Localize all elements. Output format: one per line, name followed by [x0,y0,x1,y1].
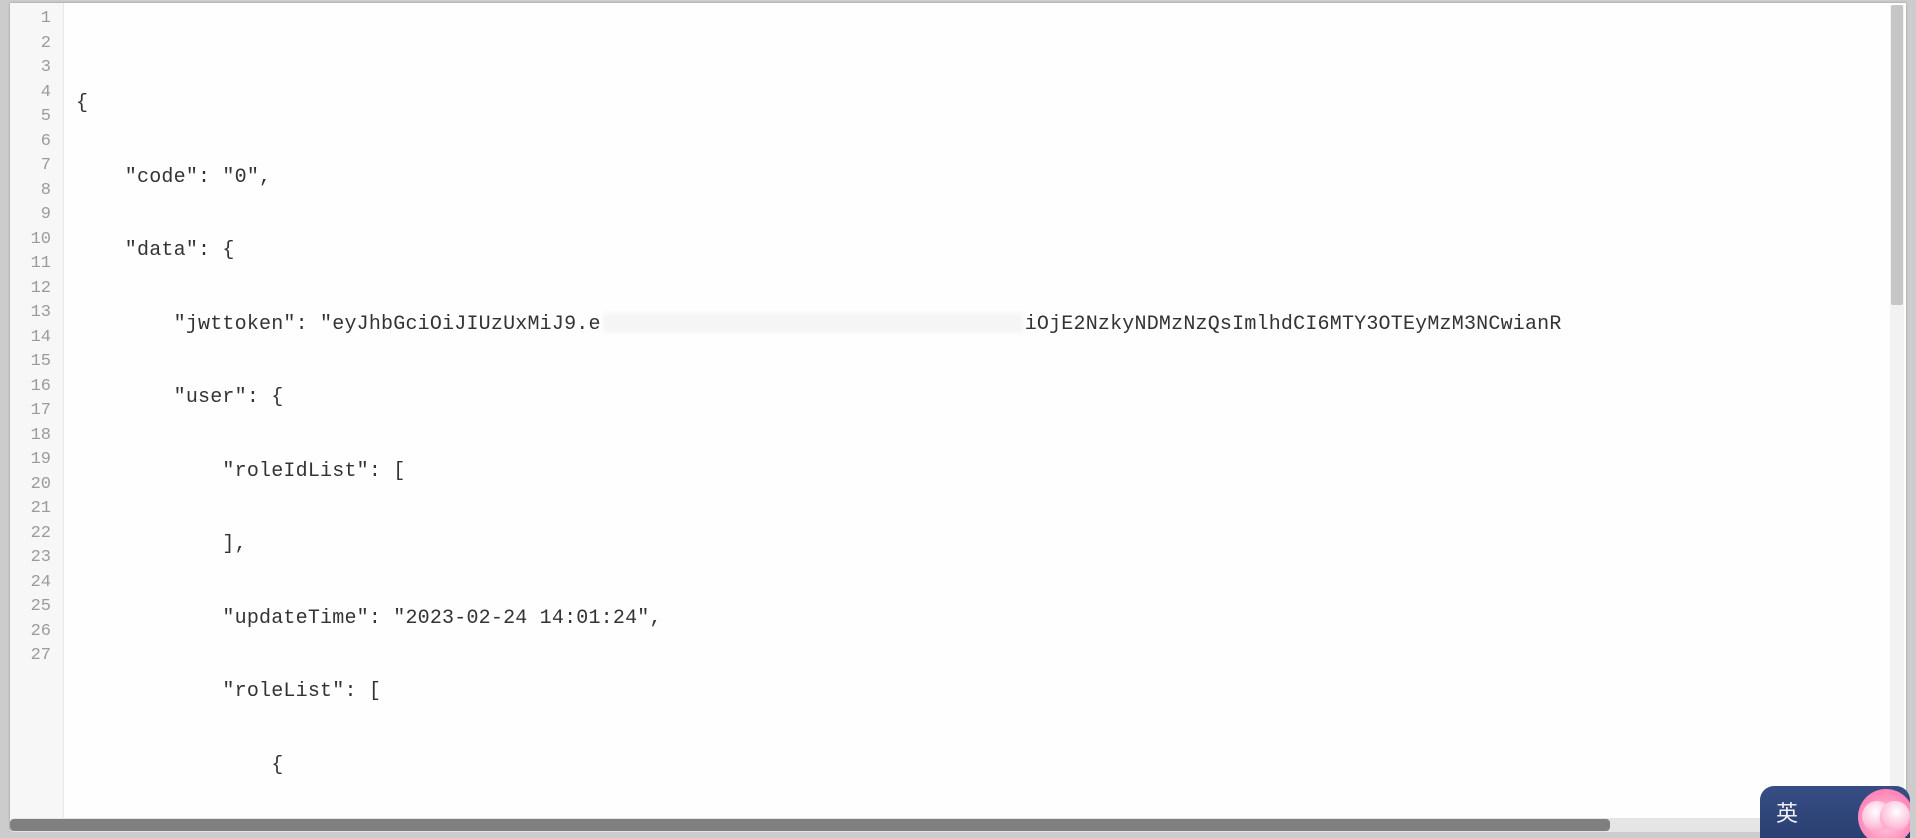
line-number: 7 [10,154,63,179]
line-number: 24 [10,571,63,596]
line-number: 4 [10,81,63,106]
code-line[interactable]: "user": { [76,386,1906,411]
code-line[interactable]: { [76,754,1906,779]
code-text: iOjE2NzkyNDMzNzQsImlhdCI6MTY3OTEyMzM3NCw… [1025,313,1562,336]
redacted-segment [603,313,1023,333]
line-number: 12 [10,277,63,302]
vertical-scrollbar-thumb[interactable] [1891,5,1903,305]
code-text: "jwttoken": "eyJhbGciOiJIUzUxMiJ9.e [76,313,601,336]
code-content[interactable]: { "code": "0", "data": { "jwttoken": "ey… [64,39,1906,829]
code-line[interactable]: "jwttoken": "eyJhbGciOiJIUzUxMiJ9.e iOjE2… [76,313,1906,338]
line-number: 5 [10,105,63,130]
line-number: 15 [10,350,63,375]
line-number: 11 [10,252,63,277]
line-number: 8 [10,179,63,204]
ime-label: 英 [1776,796,1798,828]
line-number: 6 [10,130,63,155]
vertical-scrollbar[interactable] [1890,5,1904,805]
code-line[interactable]: "updateTime": "2023-02-24 14:01:24", [76,607,1906,632]
line-number: 14 [10,326,63,351]
line-number: 21 [10,497,63,522]
code-editor[interactable]: 1 2 3 4 5 6 7 8 9 10 11 12 13 14 15 16 1… [10,3,1906,829]
line-number: 19 [10,448,63,473]
ime-indicator[interactable]: 英 [1760,786,1910,838]
line-number: 20 [10,473,63,498]
line-number: 9 [10,203,63,228]
gutter: 1 2 3 4 5 6 7 8 9 10 11 12 13 14 15 16 1… [10,3,64,829]
line-number: 26 [10,620,63,645]
line-number: 16 [10,375,63,400]
line-number: 2 [10,32,63,57]
code-line[interactable]: "roleList": [ [76,680,1906,705]
line-number: 13 [10,301,63,326]
horizontal-scrollbar[interactable] [10,818,1890,832]
line-number: 1 [10,7,63,32]
editor-body: 1 2 3 4 5 6 7 8 9 10 11 12 13 14 15 16 1… [10,3,1906,829]
line-number: 22 [10,522,63,547]
code-line[interactable]: "code": "0", [76,166,1906,191]
lotus-icon [1858,789,1910,838]
code-line[interactable]: "data": { [76,239,1906,264]
line-number: 25 [10,595,63,620]
code-line[interactable]: "roleIdList": [ [76,460,1906,485]
line-number: 23 [10,546,63,571]
line-number: 17 [10,399,63,424]
horizontal-scrollbar-thumb[interactable] [10,819,1610,831]
code-line[interactable]: ], [76,533,1906,558]
line-number: 18 [10,424,63,449]
line-number: 27 [10,644,63,669]
line-number: 10 [10,228,63,253]
line-number: 3 [10,56,63,81]
line-numbers: 1 2 3 4 5 6 7 8 9 10 11 12 13 14 15 16 1… [10,3,63,669]
code-area[interactable]: { "code": "0", "data": { "jwttoken": "ey… [64,3,1906,829]
code-line[interactable]: { [76,92,1906,117]
